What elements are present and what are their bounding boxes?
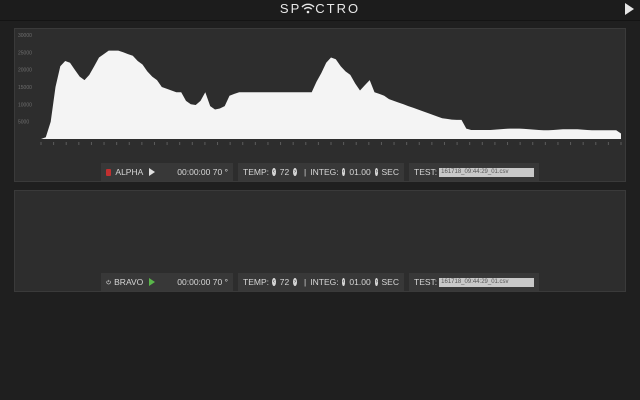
y-tick-label: 20000 (18, 68, 32, 74)
alpha-integ-label: INTEG: (310, 167, 339, 177)
spectrum-chart: 5000 10000 15000 20000 25000 30000 (18, 33, 622, 145)
alpha-play-icon[interactable] (149, 168, 156, 176)
bravo-temp-label: TEMP: (243, 277, 269, 287)
alpha-test-label: TEST: (414, 167, 438, 177)
alpha-temp-value: 72 (279, 167, 290, 177)
alpha-controls: ALPHA 00:00:00 70 ° TEMP: ‹ 72 › | INTEG… (101, 163, 539, 181)
spectrum-area (41, 50, 621, 139)
temp-increment-icon[interactable]: › (293, 278, 298, 286)
bravo-unit: ° (224, 277, 228, 287)
divider: | (304, 277, 307, 287)
app-title-right: CTRO (315, 1, 361, 16)
integ-decrement-icon[interactable]: ‹ (341, 168, 346, 176)
alpha-status-box: ALPHA 00:00:00 70 ° (101, 163, 233, 181)
y-tick-label: 10000 (18, 102, 32, 108)
y-tick-label: 15000 (18, 85, 32, 91)
bravo-value: 70 (212, 277, 223, 287)
divider: | (304, 167, 307, 177)
bravo-temp-value: 72 (279, 277, 290, 287)
bravo-integ-label: INTEG: (310, 277, 339, 287)
alpha-test-box: TEST: 161718_09:44:29_01.csv (409, 163, 539, 181)
bravo-time: 00:00:00 (177, 277, 211, 287)
y-tick-label: 25000 (18, 50, 32, 56)
temp-decrement-icon[interactable]: ‹ (271, 168, 276, 176)
y-tick-label: 5000 (18, 120, 29, 126)
alpha-integ-unit: SEC (381, 167, 399, 177)
alpha-time: 00:00:00 (177, 167, 211, 177)
top-bar: SP CTRO (0, 0, 640, 21)
bravo-test-box: TEST: 161718_09:44:29_01.csv (409, 273, 539, 291)
bravo-test-label: TEST: (414, 277, 438, 287)
integ-increment-icon[interactable]: › (374, 278, 379, 286)
alpha-value: 70 (212, 167, 223, 177)
bravo-controls: BRAVO 00:00:00 70 ° TEMP: ‹ 72 › | INTEG… (101, 273, 539, 291)
temp-increment-icon[interactable]: › (293, 168, 298, 176)
bravo-settings-box: TEMP: ‹ 72 › | INTEG: ‹ 01.00 › SEC (238, 273, 404, 291)
alpha-name: ALPHA (115, 167, 144, 177)
record-icon[interactable] (106, 168, 112, 176)
app-title-left: SP (279, 1, 302, 16)
bravo-test-file-field[interactable]: 161718_09:44:29_01.csv (439, 277, 534, 287)
bravo-status-box: BRAVO 00:00:00 70 ° (101, 273, 233, 291)
power-icon[interactable] (106, 278, 111, 286)
alpha-test-file-field[interactable]: 161718_09:44:29_01.csv (439, 167, 534, 177)
alpha-temp-label: TEMP: (243, 167, 269, 177)
bravo-play-icon[interactable] (149, 278, 156, 286)
integ-decrement-icon[interactable]: ‹ (341, 278, 346, 286)
temp-decrement-icon[interactable]: ‹ (271, 278, 276, 286)
bravo-panel: BRAVO 00:00:00 70 ° TEMP: ‹ 72 › | INTEG… (14, 190, 626, 292)
wifi-icon (301, 3, 315, 14)
bravo-integ-value: 01.00 (349, 277, 371, 287)
integ-increment-icon[interactable]: › (374, 168, 379, 176)
alpha-unit: ° (224, 167, 228, 177)
y-tick-label: 30000 (18, 33, 32, 39)
play-icon[interactable] (625, 3, 634, 15)
alpha-integ-value: 01.00 (349, 167, 371, 177)
alpha-settings-box: TEMP: ‹ 72 › | INTEG: ‹ 01.00 › SEC (238, 163, 404, 181)
app-title: SP CTRO (0, 1, 640, 16)
alpha-panel: 5000 10000 15000 20000 25000 30000 ALPHA 00:0… (14, 28, 626, 182)
bravo-name: BRAVO (114, 277, 144, 287)
bravo-integ-unit: SEC (381, 277, 399, 287)
